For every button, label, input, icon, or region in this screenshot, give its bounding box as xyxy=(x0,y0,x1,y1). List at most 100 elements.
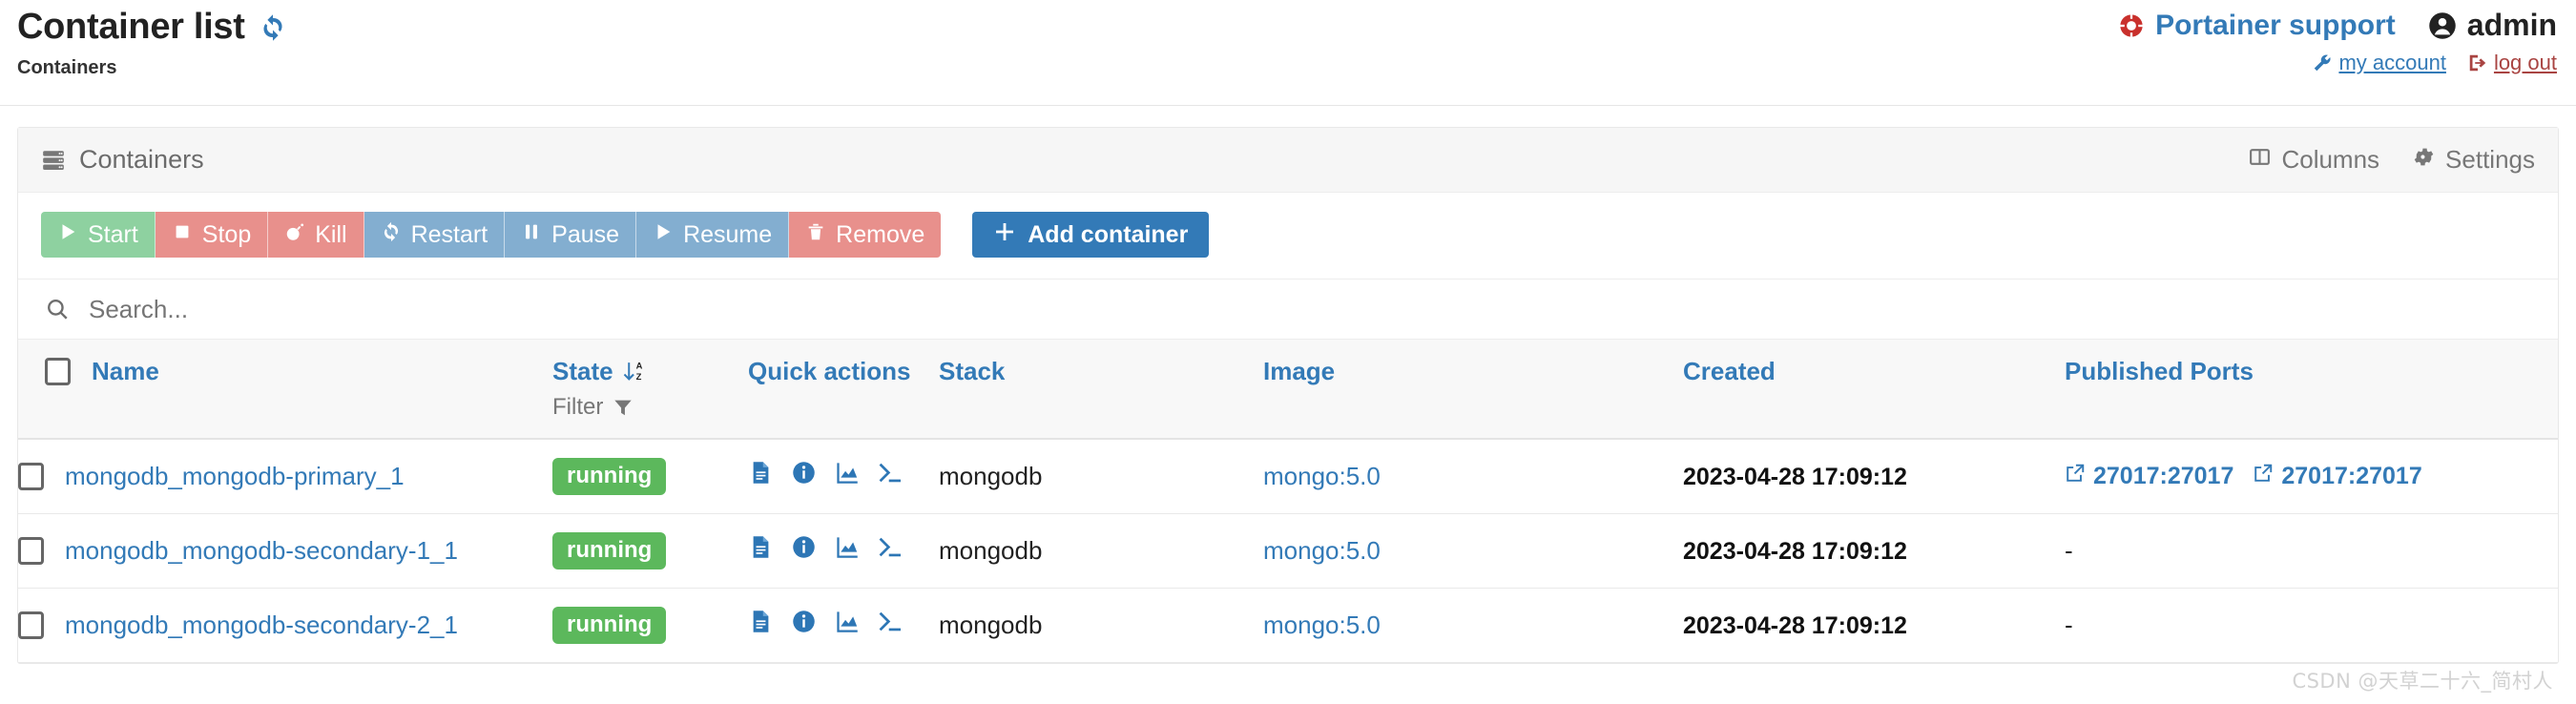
remove-button[interactable]: Remove xyxy=(789,212,942,258)
container-name-link[interactable]: mongodb_mongodb-secondary-1_1 xyxy=(65,536,458,566)
published-port-link[interactable]: 27017:27017 xyxy=(2065,463,2233,490)
search-input[interactable] xyxy=(87,293,755,325)
sign-out-icon xyxy=(2467,52,2488,73)
cell-name: mongodb_mongodb-primary_1 xyxy=(18,439,552,514)
column-header-state[interactable]: State A Z Filter xyxy=(552,340,748,440)
add-container-button[interactable]: Add container xyxy=(972,212,1210,258)
stats-icon[interactable] xyxy=(834,609,860,641)
my-account-label: my account xyxy=(2338,51,2446,74)
restart-button[interactable]: Restart xyxy=(364,212,506,258)
stats-icon[interactable] xyxy=(834,460,860,492)
stats-icon[interactable] xyxy=(834,534,860,567)
state-filter-label: Filter xyxy=(552,394,604,420)
state-filter[interactable]: Filter xyxy=(552,394,748,421)
status-badge: running xyxy=(552,606,667,644)
stop-button[interactable]: Stop xyxy=(155,212,269,258)
column-label-quick-actions: Quick actions xyxy=(748,357,911,385)
cell-published-ports: - xyxy=(2065,588,2558,663)
funnel-icon[interactable] xyxy=(613,397,634,418)
page-title: Container list xyxy=(17,7,287,48)
column-label-name: Name xyxy=(92,357,159,385)
cell-stack: mongodb xyxy=(939,439,1263,514)
console-icon[interactable] xyxy=(877,609,903,641)
table-row: mongodb_mongodb-primary_1 running mongod… xyxy=(18,439,2558,514)
select-all-checkbox[interactable] xyxy=(45,358,71,385)
container-name-link[interactable]: mongodb_mongodb-primary_1 xyxy=(65,462,405,491)
quick-action-icons xyxy=(748,609,939,641)
cell-created: 2023-04-28 17:09:12 xyxy=(1683,513,2065,589)
stack-name: mongodb xyxy=(939,535,1043,565)
card-header-title: Containers xyxy=(41,145,204,175)
published-port-link[interactable]: 27017:27017 xyxy=(2253,462,2422,490)
portainer-support-label: Portainer support xyxy=(2155,9,2396,41)
current-user[interactable]: admin xyxy=(2428,8,2557,43)
user-circle-icon xyxy=(2428,11,2457,40)
columns-icon xyxy=(2248,145,2272,176)
logout-link[interactable]: log out xyxy=(2467,51,2557,75)
container-name-link[interactable]: mongodb_mongodb-secondary-2_1 xyxy=(65,611,458,640)
quick-action-icons xyxy=(748,460,939,492)
published-ports: - xyxy=(2065,611,2558,640)
trash-icon xyxy=(805,221,826,249)
column-header-created[interactable]: Created xyxy=(1683,340,2065,440)
inspect-icon[interactable] xyxy=(791,460,817,492)
column-header-name[interactable]: Name xyxy=(18,340,552,440)
cell-name: mongodb_mongodb-secondary-2_1 xyxy=(18,588,552,663)
image-link[interactable]: mongo:5.0 xyxy=(1263,462,1381,490)
resume-button[interactable]: Resume xyxy=(636,212,790,258)
inspect-icon[interactable] xyxy=(791,534,817,567)
row-select-checkbox[interactable] xyxy=(18,611,44,639)
container-list-page: Container list Containers Portainer supp… xyxy=(0,0,2576,704)
row-select-checkbox[interactable] xyxy=(18,462,44,490)
play-icon xyxy=(653,221,674,249)
remove-label: Remove xyxy=(836,220,925,248)
table-row: mongodb_mongodb-secondary-2_1 running mo… xyxy=(18,588,2558,663)
watermark: CSDN @天草二十六_简村人 xyxy=(2292,670,2553,693)
logs-icon[interactable] xyxy=(748,460,774,492)
search-icon xyxy=(45,297,70,321)
top-bar: Container list Containers Portainer supp… xyxy=(0,0,2576,105)
user-name: admin xyxy=(2466,8,2557,42)
column-header-stack[interactable]: Stack xyxy=(939,340,1263,440)
column-label-published-ports: Published Ports xyxy=(2065,357,2254,385)
logs-icon[interactable] xyxy=(748,609,774,641)
console-icon[interactable] xyxy=(877,460,903,492)
top-right-secondary-row: my account log out xyxy=(2118,51,2557,75)
refresh-icon[interactable] xyxy=(259,13,287,42)
column-header-image[interactable]: Image xyxy=(1263,340,1683,440)
cell-created: 2023-04-28 17:09:12 xyxy=(1683,588,2065,663)
cell-image: mongo:5.0 xyxy=(1263,588,1683,663)
published-port-label: 27017:27017 xyxy=(2281,462,2422,489)
console-icon[interactable] xyxy=(877,534,903,567)
image-link[interactable]: mongo:5.0 xyxy=(1263,611,1381,639)
created-timestamp: 2023-04-28 17:09:12 xyxy=(1683,537,1907,565)
my-account-link[interactable]: my account xyxy=(2312,51,2446,75)
settings-button[interactable]: Settings xyxy=(2412,145,2535,176)
portainer-support-link[interactable]: Portainer support xyxy=(2118,10,2396,42)
stack-name: mongodb xyxy=(939,610,1043,639)
wrench-icon xyxy=(2312,52,2333,73)
card-header-actions: Columns Settings xyxy=(2248,145,2535,176)
table-row: mongodb_mongodb-secondary-1_1 running mo… xyxy=(18,513,2558,589)
created-timestamp: 2023-04-28 17:09:12 xyxy=(1683,611,1907,639)
search-bar[interactable] xyxy=(18,279,2558,340)
plus-icon xyxy=(993,220,1016,250)
server-stack-icon xyxy=(41,148,66,173)
start-label: Start xyxy=(88,220,138,248)
card-wrapper: Containers Columns Settings Start Stop K… xyxy=(0,106,2576,664)
start-button[interactable]: Start xyxy=(41,212,156,258)
columns-button[interactable]: Columns xyxy=(2248,145,2379,176)
kill-button[interactable]: Kill xyxy=(268,212,364,258)
title-block: Container list Containers xyxy=(17,7,287,79)
published-port-label: 27017:27017 xyxy=(2093,462,2234,489)
sort-alpha-down-icon[interactable]: A Z xyxy=(622,360,646,383)
pause-button[interactable]: Pause xyxy=(505,212,637,258)
row-select-checkbox[interactable] xyxy=(18,536,44,565)
image-link[interactable]: mongo:5.0 xyxy=(1263,536,1381,565)
no-ports: - xyxy=(2065,535,2073,565)
logs-icon[interactable] xyxy=(748,534,774,567)
cell-state: running xyxy=(552,588,748,663)
inspect-icon[interactable] xyxy=(791,609,817,641)
bomb-icon xyxy=(284,221,305,249)
column-header-published-ports[interactable]: Published Ports xyxy=(2065,340,2558,440)
